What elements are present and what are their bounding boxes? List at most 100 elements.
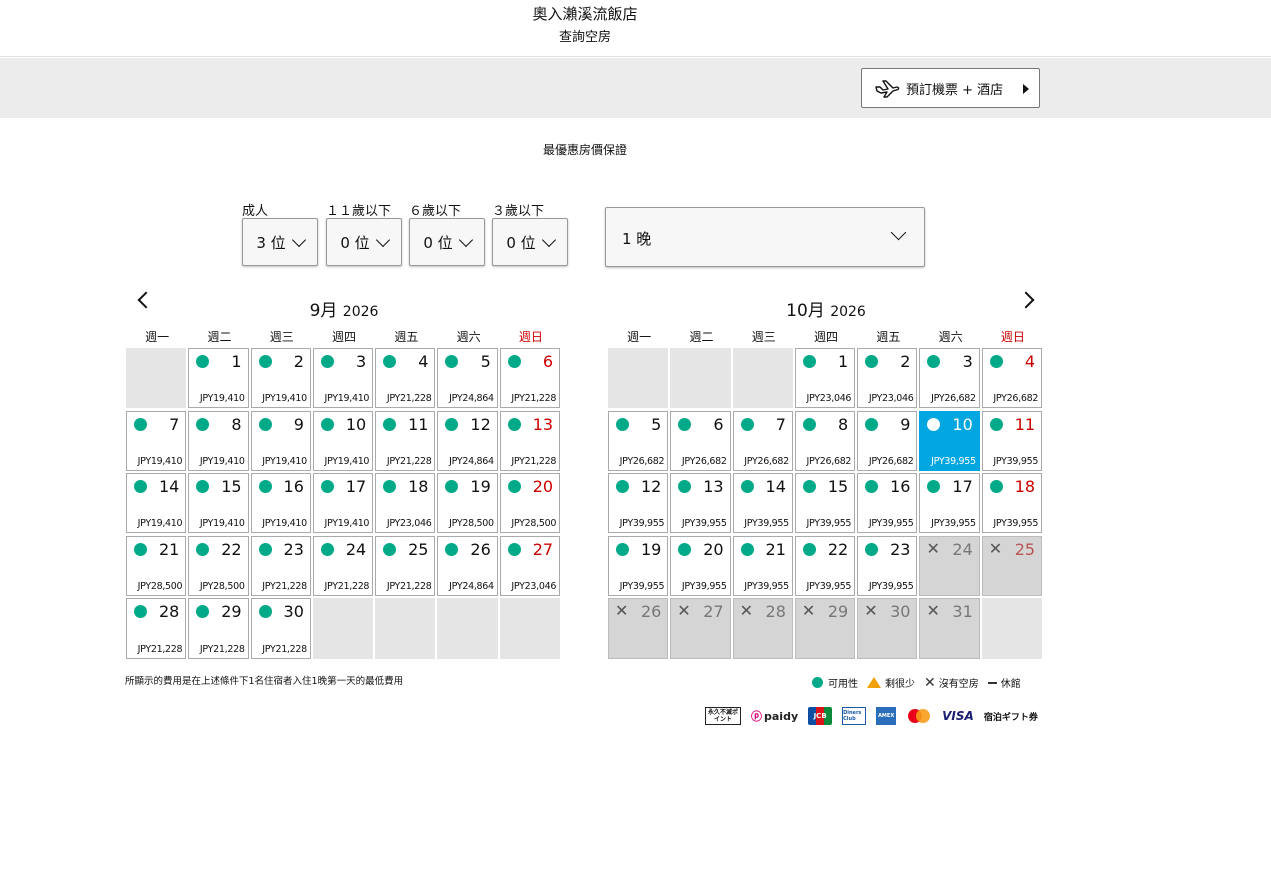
calendar-day-cell[interactable]: 19 JPY28,500 <box>437 473 498 534</box>
day-number: 9 <box>900 414 911 434</box>
calendar-day-cell[interactable]: 18 JPY39,955 <box>981 473 1043 534</box>
legend-full: ✕ 沒有空房 <box>924 674 979 691</box>
calendar-day-cell[interactable]: 3 JPY26,682 <box>919 348 980 409</box>
calendar-day-cell[interactable]: 19 JPY39,955 <box>608 535 669 597</box>
calendar-day-cell[interactable]: 5 JPY24,864 <box>437 348 498 409</box>
calendar-day-cell[interactable]: 5 JPY26,682 <box>608 410 669 471</box>
weekday-thu: 週四 <box>332 330 357 344</box>
calendar-day-cell[interactable]: 20 JPY28,500 <box>499 473 561 534</box>
calendar-day-cell[interactable]: 11 JPY21,228 <box>375 410 436 471</box>
calendar-day-cell[interactable]: 6 JPY21,228 <box>499 348 561 409</box>
calendar-day-cell[interactable]: 17 JPY39,955 <box>919 473 980 534</box>
calendar-day-cell[interactable]: 9 JPY26,682 <box>857 410 918 471</box>
calendar-day-cell[interactable]: 22 JPY28,500 <box>188 535 249 597</box>
book-flight-hotel-button[interactable]: 預訂機票 + 酒店 <box>861 68 1040 108</box>
calendar-day-cell[interactable]: 23 JPY39,955 <box>857 535 918 597</box>
day-number: 13 <box>532 414 554 434</box>
available-dot-icon <box>678 480 692 494</box>
diners-logo: Diners Club <box>842 707 867 725</box>
calendar-day-cell[interactable]: 11 JPY39,955 <box>981 410 1043 471</box>
day-price: JPY21,228 <box>199 643 245 655</box>
weekday-tue: 週二 <box>207 330 232 344</box>
calendar-day-cell[interactable]: 25 JPY21,228 <box>375 535 436 597</box>
jcb-logo: JCB <box>808 707 833 725</box>
day-number: 11 <box>1014 414 1036 434</box>
children-11-select[interactable]: 0 位 <box>326 218 402 266</box>
calendar-day-cell[interactable]: 1 JPY23,046 <box>794 348 856 409</box>
available-dot-icon <box>507 417 521 431</box>
children-6-select[interactable]: 0 位 <box>409 218 485 266</box>
available-dot-icon <box>865 417 879 431</box>
nights-select[interactable]: 1 晚 <box>605 207 925 267</box>
calendar-day-cell[interactable]: 26 JPY24,864 <box>437 535 498 597</box>
calendar-day-cell[interactable]: 3 JPY19,410 <box>312 348 374 409</box>
available-dot-icon <box>196 355 210 368</box>
available-dot-icon <box>383 417 397 431</box>
adults-select[interactable]: 3 位 <box>242 218 318 266</box>
day-price: JPY28,500 <box>137 581 183 593</box>
calendar-day-cell[interactable]: 20 JPY39,955 <box>670 535 731 597</box>
calendar-day-cell[interactable]: 10 JPY39,955 <box>919 410 980 471</box>
calendar-day-cell[interactable]: 16 JPY39,955 <box>857 473 918 534</box>
calendar-day-cell[interactable]: 21 JPY39,955 <box>732 535 793 597</box>
calendar-day-cell[interactable]: 4 JPY26,682 <box>981 348 1043 409</box>
calendar-day-cell[interactable]: 4 JPY21,228 <box>375 348 436 409</box>
calendar-day-cell[interactable]: 16 JPY19,410 <box>250 473 311 534</box>
calendar-day-cell[interactable]: 13 JPY39,955 <box>670 473 731 534</box>
calendar-day-cell[interactable]: 29 JPY21,228 <box>188 598 249 659</box>
calendar-day-cell[interactable]: 24 JPY21,228 <box>312 535 374 597</box>
calendar-day-cell[interactable]: 14 JPY19,410 <box>126 473 187 534</box>
day-number: 3 <box>356 352 367 371</box>
full-cross-icon: ✕ <box>864 601 878 621</box>
calendar-day-cell[interactable]: 18 JPY23,046 <box>375 473 436 534</box>
calendar-day-cell[interactable]: 30 JPY21,228 <box>250 598 311 659</box>
day-number: 21 <box>765 539 786 559</box>
day-price: JPY21,228 <box>511 393 557 405</box>
year-label: 2026 <box>342 304 379 320</box>
day-price: JPY21,228 <box>137 643 183 655</box>
full-cross-icon: ✕ <box>924 674 936 691</box>
calendar-day-cell[interactable]: 9 JPY19,410 <box>250 410 311 471</box>
calendar-day-cell[interactable]: 2 JPY23,046 <box>857 348 918 409</box>
calendar-day-cell[interactable]: 22 JPY39,955 <box>794 535 856 597</box>
calendar-day-cell[interactable]: 14 JPY39,955 <box>732 473 793 534</box>
calendar-blank-cell <box>437 598 498 659</box>
calendar-day-cell[interactable]: 7 JPY26,682 <box>732 410 793 471</box>
calendar-day-cell[interactable]: 2 JPY19,410 <box>250 348 311 409</box>
children-11-group: １１歲以下 0 位 <box>326 200 402 266</box>
calendar-day-cell[interactable]: 6 JPY26,682 <box>670 410 731 471</box>
day-number: 22 <box>827 539 849 559</box>
calendar-day-cell[interactable]: 10 JPY19,410 <box>312 410 374 471</box>
calendar-day-cell[interactable]: 7 JPY19,410 <box>126 410 187 471</box>
day-price: JPY24,864 <box>449 393 494 405</box>
calendar-day-cell[interactable]: 28 JPY21,228 <box>126 598 187 659</box>
weekday-header: 週一 週二 週三 週四 週五 週六 週日 <box>608 326 1044 348</box>
day-number: 4 <box>418 352 429 371</box>
day-price: JPY24,864 <box>449 581 494 593</box>
calendar-blank-cell <box>375 598 436 659</box>
available-dot-icon <box>927 480 941 494</box>
available-dot-icon <box>802 480 816 494</box>
day-number: 17 <box>345 477 367 497</box>
visa-logo: VISA <box>942 709 974 723</box>
children-3-select[interactable]: 0 位 <box>492 218 568 266</box>
calendar-day-cell[interactable]: 15 JPY39,955 <box>794 473 856 534</box>
calendar-day-cell[interactable]: 21 JPY28,500 <box>126 535 187 597</box>
calendar-day-cell[interactable]: 15 JPY19,410 <box>188 473 249 534</box>
calendar-day-cell[interactable]: 8 JPY26,682 <box>794 410 856 471</box>
calendar-day-cell[interactable]: 23 JPY21,228 <box>250 535 311 597</box>
day-number: 30 <box>890 602 911 622</box>
day-number: 17 <box>952 477 973 497</box>
available-dot-icon <box>740 417 754 431</box>
calendar-day-cell[interactable]: 12 JPY24,864 <box>437 410 498 471</box>
day-number: 6 <box>542 352 554 371</box>
day-number: 7 <box>775 414 786 434</box>
calendar-day-cell[interactable]: 1 JPY19,410 <box>188 348 249 409</box>
calendar-day-cell[interactable]: 8 JPY19,410 <box>188 410 249 471</box>
calendar-day-cell[interactable]: 12 JPY39,955 <box>608 473 669 534</box>
day-price: JPY19,410 <box>324 393 370 405</box>
weekday-fri: 週五 <box>876 330 901 344</box>
calendar-day-cell[interactable]: 17 JPY19,410 <box>312 473 374 534</box>
calendar-day-cell[interactable]: 27 JPY23,046 <box>499 535 561 597</box>
calendar-day-cell[interactable]: 13 JPY21,228 <box>499 410 561 471</box>
